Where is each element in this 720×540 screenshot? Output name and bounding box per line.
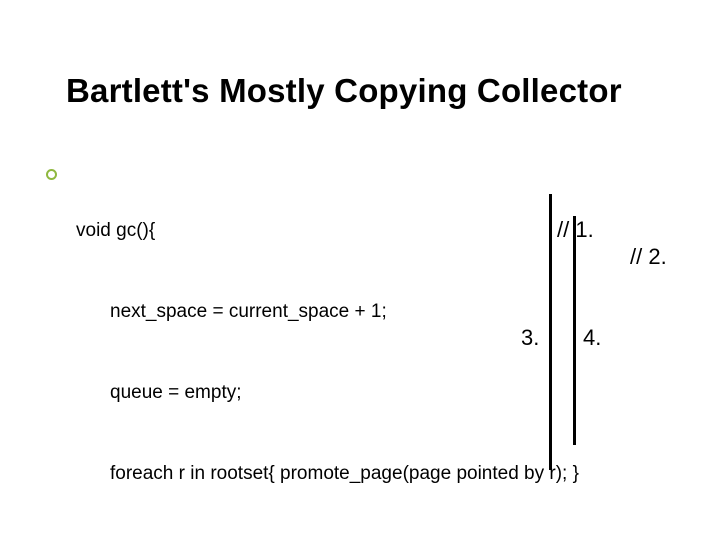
code-line: foreach r in rootset{ promote_page(page … [76,460,582,487]
vertical-bar-1 [549,194,552,470]
annotation-2: // 2. [630,244,667,270]
code-line: queue = empty; [76,379,582,406]
slide: Bartlett's Mostly Copying Collector void… [0,0,720,540]
annotation-1: // 1. [557,217,594,243]
code-line: next_space = current_space + 1; [76,298,582,325]
vertical-bar-2 [573,216,576,445]
code-line: void gc(){ [76,217,582,244]
annotation-4: 4. [583,325,601,351]
bullet-icon [46,169,57,180]
slide-title: Bartlett's Mostly Copying Collector [66,72,622,110]
annotation-3: 3. [521,325,539,351]
code-block: void gc(){ next_space = current_space + … [76,163,582,540]
